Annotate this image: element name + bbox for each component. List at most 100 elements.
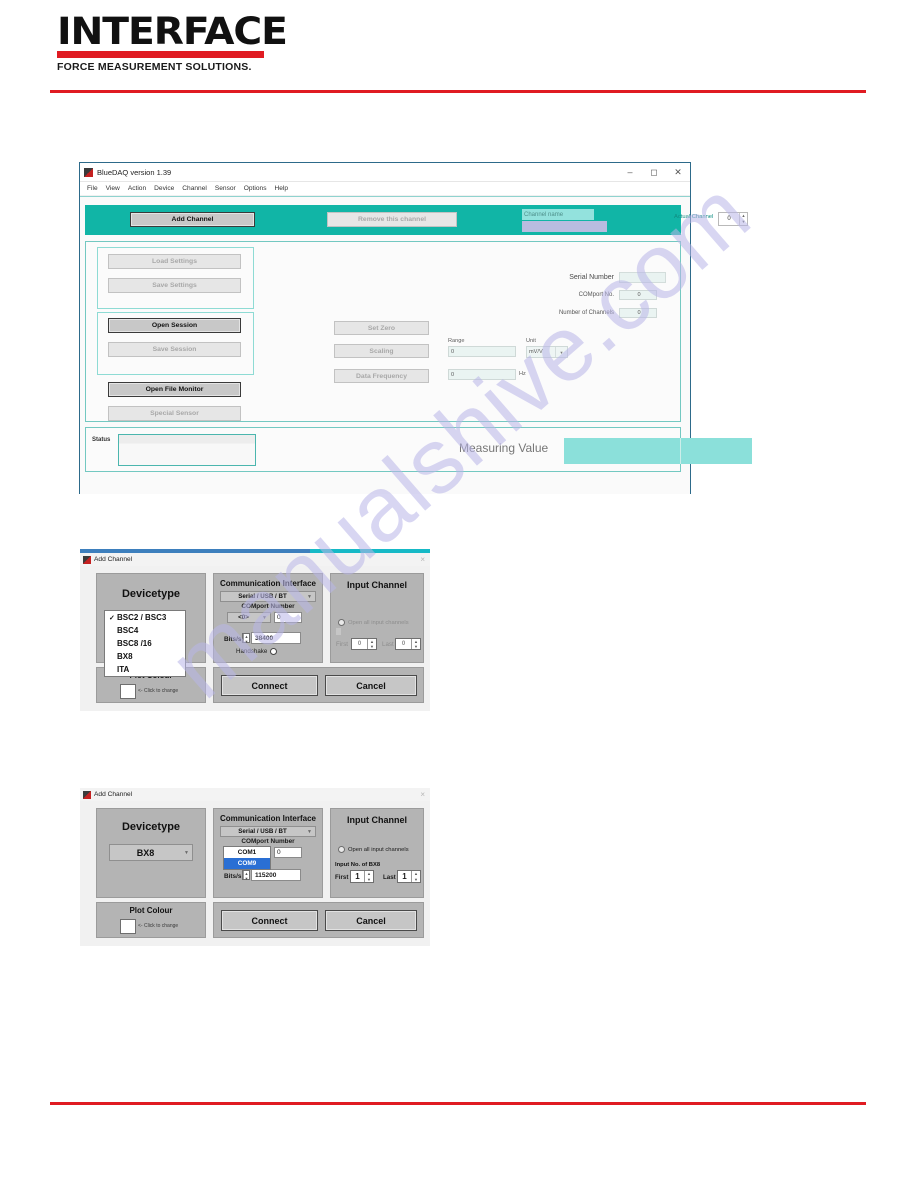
measuring-value-label: Measuring Value [459,441,549,455]
chevron-down-icon[interactable]: ▼ [181,850,192,856]
range-label: Range [448,338,465,344]
menu-action[interactable]: Action [128,185,146,192]
actual-channel-spin-arrows[interactable]: ▲ ▼ [739,213,747,225]
actual-channel-stepper[interactable]: 0 ▲ ▼ [718,212,748,226]
data-frequency-input[interactable]: 0 [448,369,516,380]
devicetype-option-bsc8-16[interactable]: BSC8 /16 [105,637,185,650]
channel-name-input[interactable] [522,221,607,232]
devicetype-option-bsc2-bsc3[interactable]: ✓ BSC2 / BSC3 [105,611,185,624]
open-all-channels-radio-2[interactable] [338,846,345,853]
devicetype-select-2[interactable]: BX8 ▼ [109,844,193,861]
open-all-channels-radio-1[interactable] [338,619,345,626]
remove-channel-button[interactable]: Remove this channel [327,212,457,227]
devicetype-option-bx8[interactable]: BX8 [105,650,185,663]
bits-stepper-2[interactable]: ▲ ▼ [242,870,250,881]
last-spin-arrows-2[interactable]: ▲ ▼ [411,871,420,882]
chevron-down-icon[interactable]: ▼ [259,615,270,621]
serial-number-value [619,272,666,283]
open-file-monitor-button[interactable]: Open File Monitor [108,382,241,397]
add-channel-button[interactable]: Add Channel [130,212,255,227]
dialog-app-icon [83,790,91,799]
first-spin-arrows-2[interactable]: ▲ ▼ [364,871,373,882]
last-stepper-1[interactable]: 0 ▲ ▼ [395,638,421,650]
devicetype-option-label: BSC4 [117,626,139,635]
open-all-channels-row-2[interactable]: Open all input channels [338,846,409,853]
unit-value: mV/V [529,349,543,355]
load-settings-button[interactable]: Load Settings [108,254,241,269]
dialog2-titlebar: Add Channel × [80,788,430,801]
plot-colour-panel-2: Plot Colour [96,902,206,938]
cancel-button-1[interactable]: Cancel [325,675,417,696]
first-stepper-1[interactable]: 0 ▲ ▼ [351,638,377,650]
window-title: BlueDAQ version 1.39 [97,167,172,177]
chevron-down-icon[interactable]: ▼ [555,347,567,357]
bits-input-1[interactable]: 38400 [251,632,301,644]
interface-type-select-2[interactable]: Serial / USB / BT ▼ [220,826,316,837]
bits-input-2[interactable]: 115200 [251,869,301,881]
plot-colour-swatch-1[interactable] [120,684,136,699]
cancel-button-2[interactable]: Cancel [325,910,417,931]
chevron-down-icon[interactable]: ▼ [304,829,315,835]
range-input[interactable]: 0 [448,346,516,357]
comport-number-input-2[interactable]: 0 [274,847,302,858]
bits-stepper-1[interactable]: ▲ ▼ [242,633,250,644]
footer-divider [50,1102,866,1105]
menu-sensor[interactable]: Sensor [215,185,236,192]
devicetype-option-ita[interactable]: ITA [105,663,185,676]
interface-type-select-1[interactable]: Serial / USB / BT ▼ [220,591,316,602]
chevron-down-icon[interactable]: ▼ [304,594,315,600]
devicetype-option-bsc4[interactable]: BSC4 [105,624,185,637]
handshake-checkbox-1[interactable] [270,648,278,655]
bluedaq-main-window: BlueDAQ version 1.39 – ◻ ✕ File View Act… [79,162,752,494]
first-spin-arrows-1[interactable]: ▲ ▼ [367,639,376,649]
menu-view[interactable]: View [106,185,120,192]
connect-button-1[interactable]: Connect [221,675,318,696]
scaling-button[interactable]: Scaling [334,344,429,358]
dialog-app-icon [83,555,91,564]
dialog1-close-icon[interactable]: × [420,555,425,564]
data-frequency-button[interactable]: Data Frequency [334,369,429,383]
connect-button-2[interactable]: Connect [221,910,318,931]
devicetype-option-label: ITA [117,665,130,674]
last-stepper-2[interactable]: 1 ▲ ▼ [397,870,421,883]
open-all-channels-row-1[interactable]: Open all input channels [338,619,409,626]
minimize-icon[interactable]: – [618,164,642,180]
comport-dropdown-list-2[interactable]: COM1 COM9 [223,846,271,870]
set-zero-button[interactable]: Set Zero [334,321,429,335]
menu-channel[interactable]: Channel [182,185,207,192]
unit-select[interactable]: mV/V ▼ [526,346,568,358]
comport-option-com9[interactable]: COM9 [224,858,270,869]
last-spin-arrows-1[interactable]: ▲ ▼ [411,639,420,649]
dialog2-body: Devicetype BX8 ▼ Communication Interface… [80,801,430,946]
last-label-2: Last [383,874,396,881]
maximize-icon[interactable]: ◻ [642,164,666,180]
menu-file[interactable]: File [87,185,98,192]
close-icon[interactable]: ✕ [666,164,690,180]
header-divider [50,90,866,93]
comport-number-input-1[interactable]: 0 [274,612,302,623]
special-sensor-button[interactable]: Special Sensor [108,406,241,421]
input-channel-title-1: Input Channel [347,580,407,590]
unit-label: Unit [526,338,536,344]
save-session-button[interactable]: Save Session [108,342,241,357]
bits-spin-arrows[interactable]: ▲ ▼ [243,634,249,644]
dialog2-close-icon[interactable]: × [420,790,425,799]
menu-options[interactable]: Options [244,185,267,192]
comport-option-com1[interactable]: COM1 [224,847,270,858]
app-icon [84,167,93,177]
open-session-button[interactable]: Open Session [108,318,241,333]
bits-spin-arrows-2[interactable]: ▲ ▼ [243,871,249,881]
first-stepper-2[interactable]: 1 ▲ ▼ [350,870,374,883]
plot-colour-hint-2: <- Click to change [138,923,179,929]
menu-device[interactable]: Device [154,185,174,192]
handshake-row-1[interactable]: Handshake [236,648,278,655]
devicetype-dropdown-list[interactable]: ✓ BSC2 / BSC3 BSC4 BSC8 /16 BX8 ITA [104,610,186,677]
comport-no-value: 0 [619,290,657,300]
menubar: File View Action Device Channel Sensor O… [80,182,690,196]
menu-help[interactable]: Help [275,185,289,192]
save-settings-button[interactable]: Save Settings [108,278,241,293]
plot-colour-swatch-2[interactable] [120,919,136,934]
comport-select-1[interactable]: <0> ▼ [227,612,271,623]
dialog1-title: Add Channel [94,556,133,563]
main-settings-panel: Load Settings Save Settings Open Session… [85,241,681,422]
